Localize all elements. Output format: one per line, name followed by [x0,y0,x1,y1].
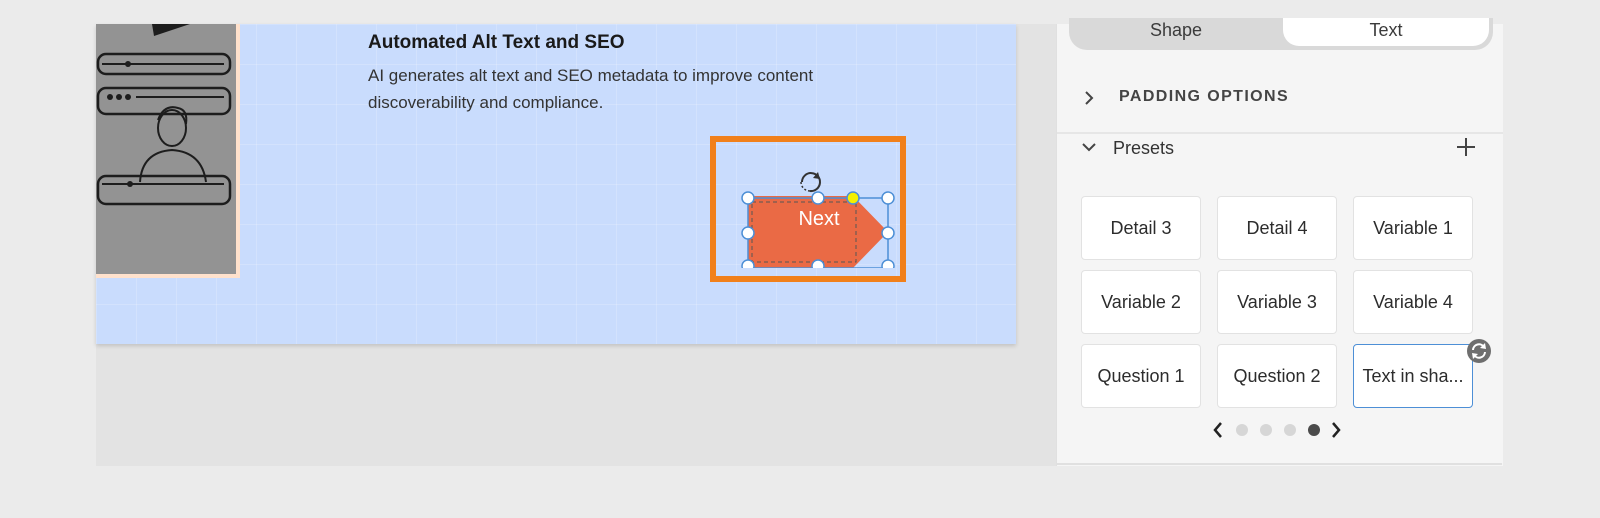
toggle-shape-button[interactable]: Shape [1073,18,1279,46]
properties-panel: Shape Text PADDING OPTIONS Presets Detai… [1056,18,1503,466]
preset-tile[interactable]: Variable 1 [1353,196,1473,260]
presets-header[interactable]: Presets [1057,136,1503,176]
refresh-icon[interactable] [1466,338,1492,369]
preset-tile[interactable]: Question 1 [1081,344,1201,408]
preset-tile[interactable]: Question 2 [1217,344,1337,408]
preset-tile-selected[interactable]: Text in sha... [1353,344,1473,408]
pager-dot[interactable] [1260,424,1272,436]
presets-label: Presets [1113,138,1175,158]
padding-options-label: PADDING OPTIONS [1119,88,1290,105]
chevron-right-icon [1083,90,1095,111]
divider [1057,132,1503,134]
panel-divider [1056,463,1502,465]
preset-tile[interactable]: Detail 3 [1081,196,1201,260]
pager-dot[interactable] [1284,424,1296,436]
preset-tile[interactable]: Variable 2 [1081,270,1201,334]
next-shape[interactable]: Next [728,182,896,268]
preset-tile[interactable]: Variable 3 [1217,270,1337,334]
toggle-text-button[interactable]: Text [1283,18,1489,46]
illustration-image[interactable] [96,24,240,278]
preset-tile[interactable]: Detail 4 [1217,196,1337,260]
pager-next-icon[interactable] [1330,420,1342,445]
padding-options-row[interactable]: PADDING OPTIONS [1057,68,1503,132]
slide-description[interactable]: AI generates alt text and SEO metadata t… [368,62,888,116]
slide-title[interactable]: Automated Alt Text and SEO [368,32,625,54]
shape-text-toggle: Shape Text [1069,18,1493,50]
chevron-down-icon [1081,140,1097,158]
pager-dot-active[interactable] [1308,424,1320,436]
preset-pager [1212,420,1342,440]
pager-dot[interactable] [1236,424,1248,436]
add-preset-icon[interactable] [1455,136,1477,163]
shape-text[interactable]: Next [784,208,854,231]
pager-prev-icon[interactable] [1212,420,1224,445]
preset-tile[interactable]: Variable 4 [1353,270,1473,334]
